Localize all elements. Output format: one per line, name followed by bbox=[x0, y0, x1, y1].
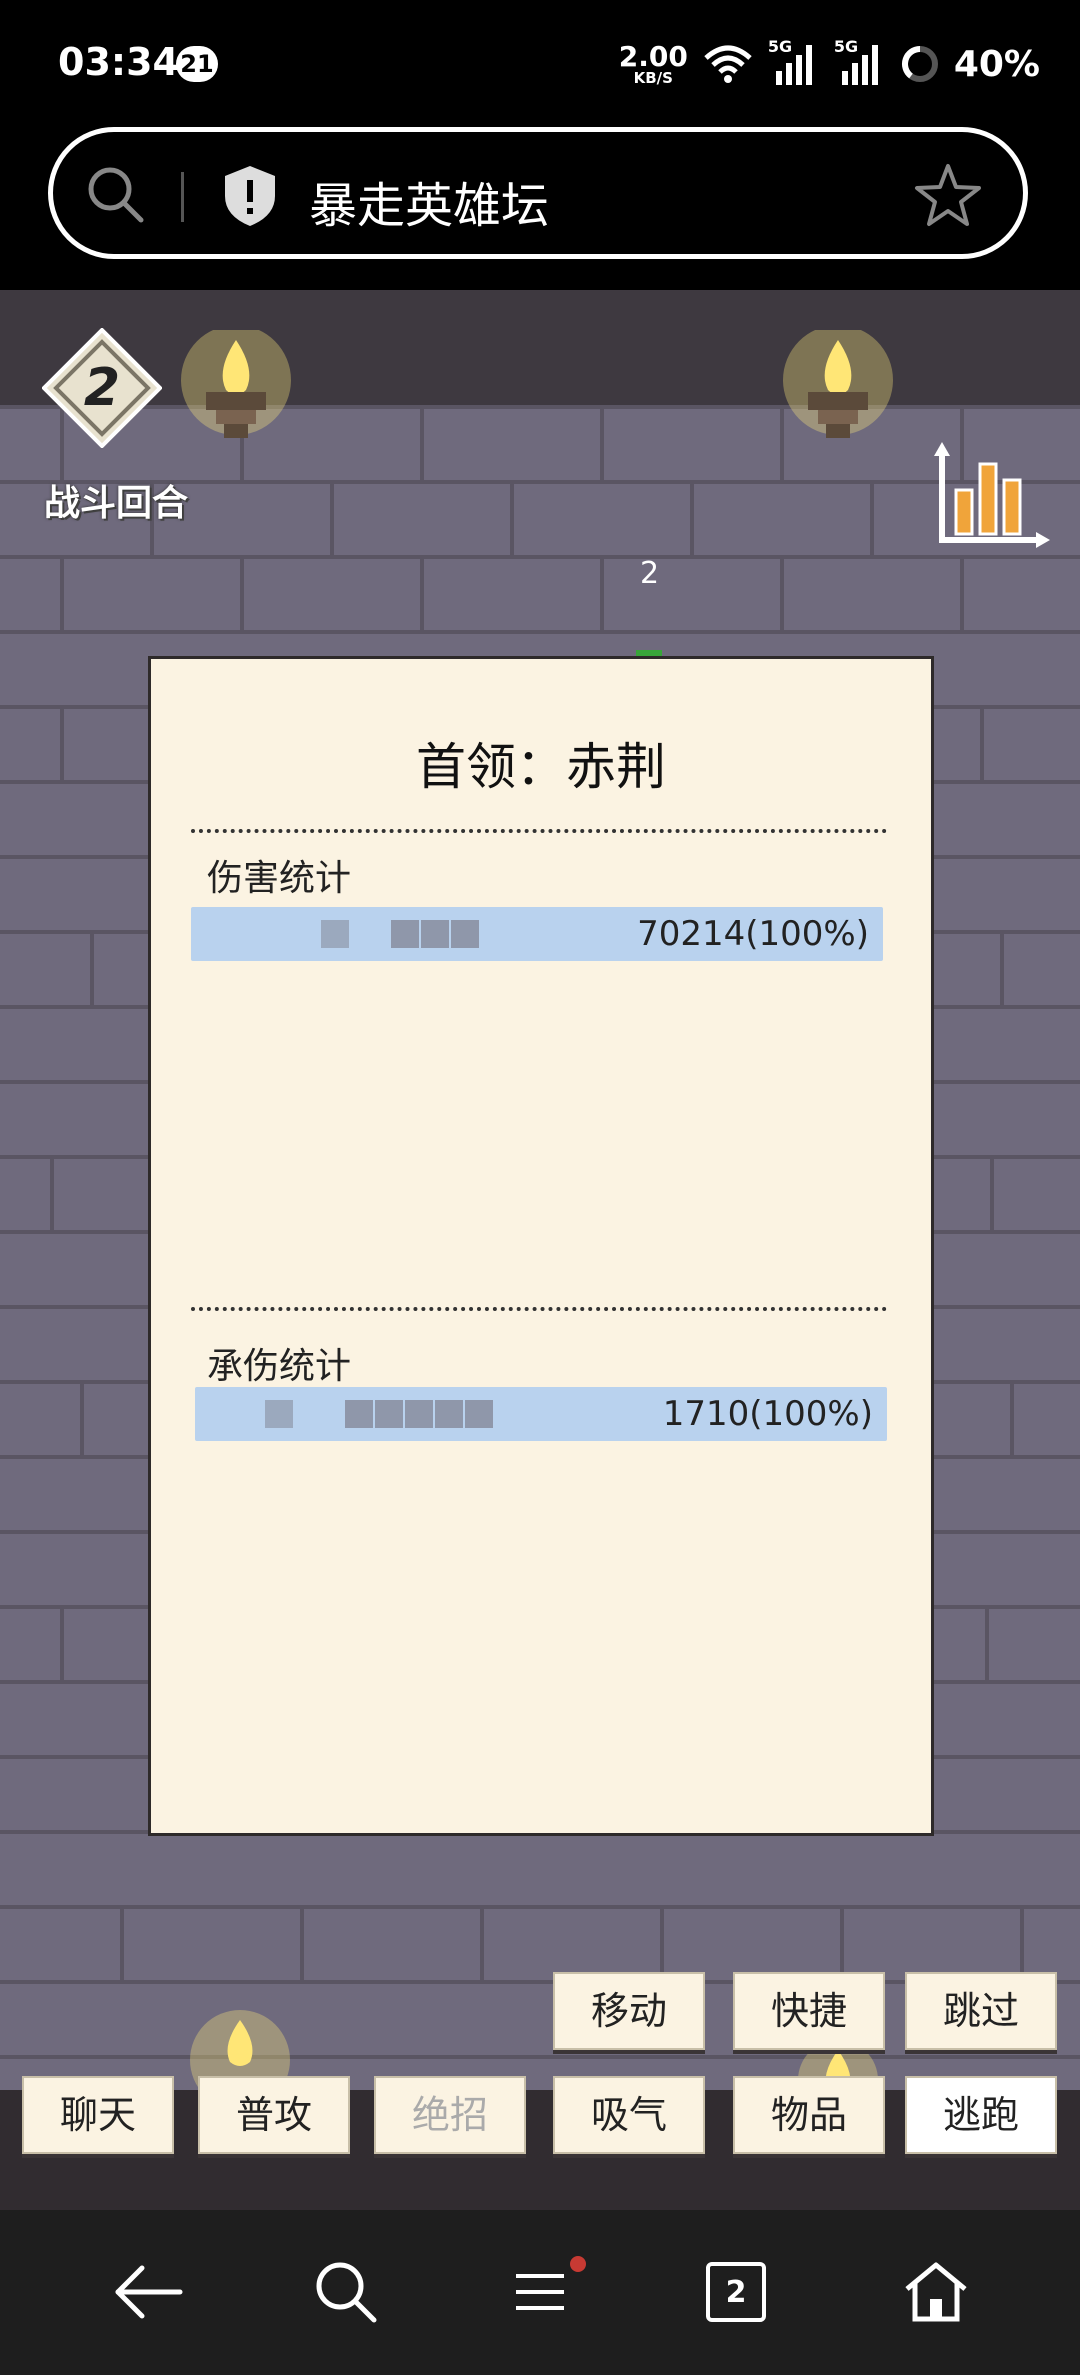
chat-button[interactable]: 聊天 bbox=[22, 2076, 174, 2154]
brick-joint bbox=[80, 1380, 84, 1455]
brick-joint bbox=[690, 480, 694, 555]
net-speed-value: 2.00 bbox=[618, 39, 688, 73]
damage-value: 70214(100%) bbox=[637, 914, 869, 954]
net-speed: 2.00 KB/S bbox=[618, 39, 688, 87]
menu-icon[interactable] bbox=[512, 2268, 568, 2316]
signal-2: 5G bbox=[834, 37, 886, 87]
brick-line bbox=[0, 555, 1080, 559]
signal-bars-icon bbox=[841, 45, 878, 85]
page-title[interactable]: 暴走英雄坛 bbox=[309, 166, 549, 236]
brick-joint bbox=[60, 1605, 64, 1680]
player-name-pixelated bbox=[191, 907, 511, 961]
status-bar: 03:34 21 2.00 KB/S 5G 5G 40% bbox=[0, 0, 1080, 125]
signal-bars-icon bbox=[775, 45, 812, 85]
search-icon[interactable] bbox=[83, 162, 147, 226]
floating-number: 2 bbox=[640, 556, 660, 591]
brick-joint bbox=[870, 480, 874, 555]
brick-joint bbox=[990, 1155, 994, 1230]
battery-level: 40% bbox=[953, 43, 1040, 85]
search-icon[interactable] bbox=[312, 2258, 380, 2326]
brick-joint bbox=[300, 1905, 304, 1980]
move-button[interactable]: 移动 bbox=[553, 1972, 705, 2050]
items-button[interactable]: 物品 bbox=[733, 2076, 885, 2154]
brick-line bbox=[0, 1905, 1080, 1909]
ultimate-button[interactable]: 绝招 bbox=[374, 2076, 526, 2154]
brick-joint bbox=[120, 1905, 124, 1980]
brick-joint bbox=[1020, 1905, 1024, 1980]
brick-joint bbox=[60, 555, 64, 630]
torch-icon bbox=[181, 330, 291, 438]
signal-1: 5G bbox=[768, 37, 820, 87]
boss-title: 首领：赤荆 bbox=[416, 738, 666, 796]
damage-taken-value: 1710(100%) bbox=[662, 1394, 873, 1434]
stats-chart-icon[interactable] bbox=[922, 440, 1052, 560]
torch-icon bbox=[783, 330, 893, 438]
breathe-button[interactable]: 吸气 bbox=[553, 2076, 705, 2154]
skip-button[interactable]: 跳过 bbox=[905, 1972, 1057, 2050]
home-button[interactable] bbox=[896, 2252, 976, 2332]
brick-joint bbox=[480, 1905, 484, 1980]
back-button[interactable] bbox=[108, 2252, 188, 2332]
search-button[interactable] bbox=[306, 2252, 386, 2332]
battle-stats-panel: 首领：赤荆 伤害统计 70214(100%) 承伤统计 1710(100%) bbox=[148, 656, 934, 1836]
brick-joint bbox=[960, 555, 964, 630]
brick-joint bbox=[840, 1905, 844, 1980]
dotted-divider bbox=[191, 829, 887, 833]
tabs-button[interactable]: 2 bbox=[696, 2252, 776, 2332]
normal-attack-button[interactable]: 普攻 bbox=[198, 2076, 350, 2154]
brick-joint bbox=[980, 705, 984, 780]
brick-joint bbox=[330, 480, 334, 555]
brick-joint bbox=[600, 405, 604, 480]
tab-count: 2 bbox=[725, 2274, 747, 2310]
brick-joint bbox=[780, 555, 784, 630]
browser-nav-bar: 2 bbox=[0, 2210, 1080, 2375]
brick-line bbox=[0, 405, 1080, 409]
player-name-pixelated bbox=[195, 1387, 515, 1441]
brick-joint bbox=[510, 480, 514, 555]
address-bar[interactable]: 暴走英雄坛 bbox=[48, 127, 1028, 259]
brick-joint bbox=[420, 555, 424, 630]
browser-toolbar: 暴走英雄坛 bbox=[0, 125, 1080, 290]
menu-button[interactable] bbox=[500, 2252, 586, 2332]
home-icon[interactable] bbox=[903, 2259, 969, 2325]
divider bbox=[181, 172, 184, 222]
brick-joint bbox=[1010, 1380, 1014, 1455]
damage-taken-bar: 1710(100%) bbox=[195, 1387, 887, 1441]
wall-top bbox=[0, 290, 1080, 405]
brick-joint bbox=[90, 930, 94, 1005]
round-label: 战斗回合 bbox=[44, 483, 189, 524]
flee-button[interactable]: 逃跑 bbox=[905, 2076, 1057, 2154]
brick-joint bbox=[50, 1155, 54, 1230]
brick-joint bbox=[985, 1605, 989, 1680]
brick-joint bbox=[60, 705, 64, 780]
brick-joint bbox=[1000, 930, 1004, 1005]
shield-icon[interactable] bbox=[221, 164, 279, 228]
game-area: 2 战斗回合 2 首领：赤荆 伤害统计 70214(100%) 承伤统计 171… bbox=[0, 290, 1080, 2210]
dotted-divider bbox=[191, 1307, 887, 1311]
notification-badge: 21 bbox=[176, 46, 218, 82]
round-counter: 2 bbox=[41, 327, 163, 449]
status-time: 03:34 bbox=[58, 40, 179, 84]
back-icon[interactable] bbox=[112, 2262, 184, 2322]
damage-taken-label: 承伤统计 bbox=[207, 1346, 352, 1387]
battery-ring-icon bbox=[901, 46, 938, 82]
brick-joint bbox=[600, 555, 604, 630]
wifi-icon bbox=[704, 45, 752, 83]
brick-line bbox=[0, 2055, 1080, 2059]
star-icon[interactable] bbox=[913, 160, 983, 230]
status-indicators: 2.00 KB/S 5G 5G 40% bbox=[619, 34, 1040, 94]
net-speed-unit: KB/S bbox=[633, 68, 673, 87]
damage-bar: 70214(100%) bbox=[191, 907, 883, 961]
brick-joint bbox=[240, 555, 244, 630]
shortcut-button[interactable]: 快捷 bbox=[733, 1972, 885, 2050]
round-number: 2 bbox=[83, 358, 121, 418]
notification-dot bbox=[570, 2256, 586, 2272]
brick-line bbox=[0, 630, 1080, 634]
brick-joint bbox=[420, 405, 424, 480]
damage-stats-label: 伤害统计 bbox=[207, 858, 352, 899]
brick-joint bbox=[660, 1905, 664, 1980]
